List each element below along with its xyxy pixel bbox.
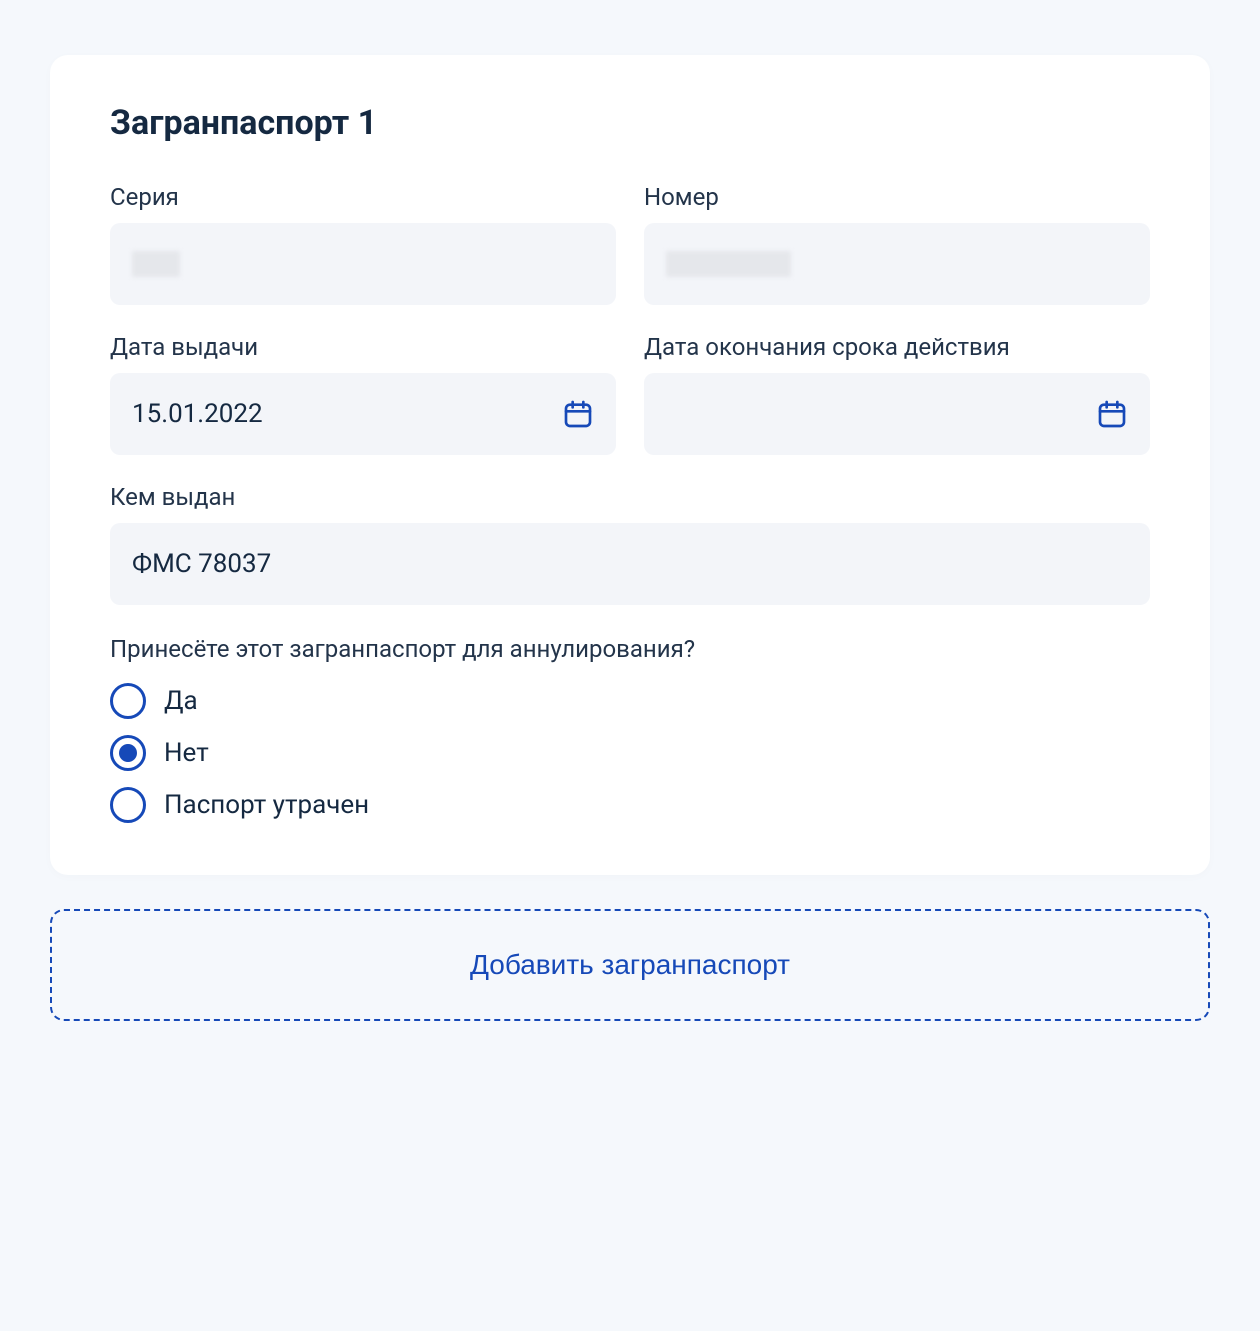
number-label: Номер xyxy=(644,183,1150,211)
radio-circle-icon xyxy=(110,735,146,771)
row-dates: Дата выдачи 15.01.2022 Дата окончания ср… xyxy=(110,333,1150,455)
radio-label-no: Нет xyxy=(164,738,209,768)
series-input[interactable] xyxy=(110,223,616,305)
radio-option-yes[interactable]: Да xyxy=(110,683,1150,719)
radio-option-lost[interactable]: Паспорт утрачен xyxy=(110,787,1150,823)
row-series-number: Серия Номер xyxy=(110,183,1150,305)
radio-label-yes: Да xyxy=(164,686,198,716)
issue-date-value: 15.01.2022 xyxy=(132,399,263,429)
radio-option-no[interactable]: Нет xyxy=(110,735,1150,771)
issued-by-value: ФМС 78037 xyxy=(132,549,271,579)
series-label: Серия xyxy=(110,183,616,211)
issued-by-label: Кем выдан xyxy=(110,483,1150,511)
card-title: Загранпаспорт 1 xyxy=(110,103,1150,143)
series-value-redacted xyxy=(132,251,180,277)
add-passport-button[interactable]: Добавить загранпаспорт xyxy=(50,909,1210,1021)
passport-card: Загранпаспорт 1 Серия Номер Дата выдачи … xyxy=(50,55,1210,875)
number-value-redacted xyxy=(666,251,791,277)
add-passport-label: Добавить загранпаспорт xyxy=(470,949,790,981)
radio-circle-icon xyxy=(110,787,146,823)
field-issue-date: Дата выдачи 15.01.2022 xyxy=(110,333,616,455)
issued-by-input[interactable]: ФМС 78037 xyxy=(110,523,1150,605)
issue-date-label: Дата выдачи xyxy=(110,333,616,361)
calendar-icon[interactable] xyxy=(562,398,594,430)
field-expiry-date: Дата окончания срока действия xyxy=(644,333,1150,455)
field-number: Номер xyxy=(644,183,1150,305)
issue-date-input[interactable]: 15.01.2022 xyxy=(110,373,616,455)
expiry-date-input[interactable] xyxy=(644,373,1150,455)
number-input[interactable] xyxy=(644,223,1150,305)
radio-label-lost: Паспорт утрачен xyxy=(164,790,369,820)
calendar-icon[interactable] xyxy=(1096,398,1128,430)
row-issued-by: Кем выдан ФМС 78037 xyxy=(110,483,1150,605)
annul-question: Принесёте этот загранпаспорт для аннулир… xyxy=(110,635,1150,663)
field-issued-by: Кем выдан ФМС 78037 xyxy=(110,483,1150,605)
expiry-date-label: Дата окончания срока действия xyxy=(644,333,1150,361)
annul-radio-group: Да Нет Паспорт утрачен xyxy=(110,683,1150,823)
radio-circle-icon xyxy=(110,683,146,719)
field-series: Серия xyxy=(110,183,616,305)
